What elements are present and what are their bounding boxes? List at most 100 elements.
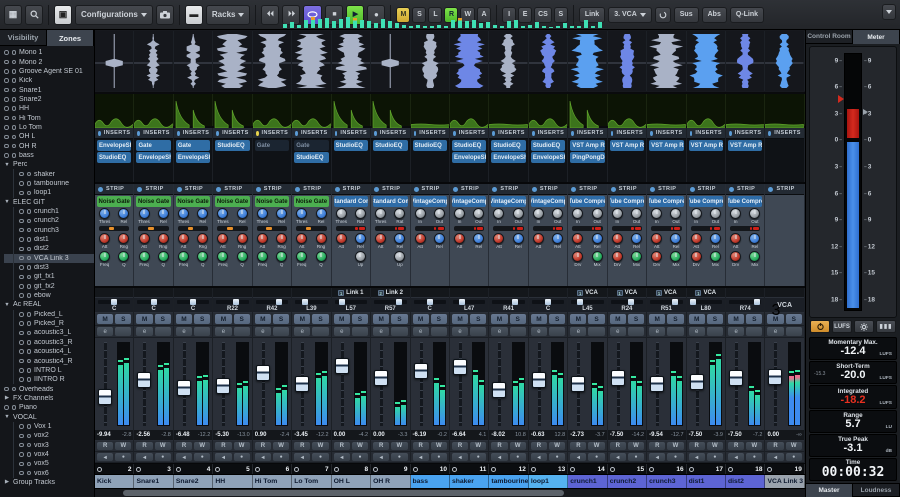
zone-toggle[interactable] <box>27 434 32 439</box>
sidebar-item[interactable]: IINTRO R <box>4 375 94 384</box>
sidebar-item[interactable]: loop1 <box>4 188 94 197</box>
zone-toggle[interactable] <box>27 247 32 252</box>
rack-state-icon[interactable] <box>453 187 458 192</box>
visibility-toggle[interactable] <box>4 405 9 410</box>
listen-button[interactable] <box>707 327 723 336</box>
insert-slot[interactable]: Gate <box>136 140 170 151</box>
fader-db-value[interactable]: 0.00 <box>767 432 779 438</box>
strip-header[interactable]: STRIP <box>529 184 567 195</box>
rack-state-icon[interactable] <box>571 131 574 136</box>
channel-name-cell[interactable]: crunch3 <box>647 475 686 488</box>
sidebar-item[interactable]: acoustic4_L <box>4 347 94 356</box>
sidebar-item[interactable]: git_fx1 <box>4 272 94 281</box>
rack-state-icon[interactable] <box>137 187 142 192</box>
record-enable-button[interactable]: ● <box>352 453 368 461</box>
channel-number-cell[interactable]: 19 <box>765 464 804 474</box>
monitor-button[interactable]: ◂ <box>491 453 507 461</box>
read-automation-button[interactable]: R <box>373 442 389 450</box>
edit-channel-button[interactable]: e <box>97 327 113 336</box>
channel-name-cell[interactable]: HH <box>213 475 252 488</box>
thres-knob[interactable] <box>296 208 307 219</box>
zone-toggle[interactable] <box>12 88 17 93</box>
rng-knob[interactable] <box>316 233 327 244</box>
strip-header[interactable]: STRIP <box>292 184 330 195</box>
sidebar-item[interactable]: Lo Tom <box>4 123 94 132</box>
visibility-toggle[interactable] <box>19 265 24 270</box>
strip-plugin-label[interactable]: Noise Gate <box>294 196 328 207</box>
pan-control[interactable]: L45 <box>568 298 606 313</box>
zone-toggle[interactable] <box>12 125 17 130</box>
att-knob[interactable] <box>454 233 465 244</box>
read-automation-button[interactable]: R <box>413 442 429 450</box>
mute-button[interactable]: M <box>136 314 152 324</box>
sidebar-item[interactable]: crunch1 <box>4 207 94 216</box>
thres-knob[interactable] <box>178 208 189 219</box>
out-knob[interactable] <box>473 208 484 219</box>
monitor-button[interactable]: ◂ <box>570 453 586 461</box>
fader-handle[interactable] <box>611 370 625 386</box>
in-knob[interactable] <box>415 208 426 219</box>
meter-settings-button[interactable] <box>854 320 874 333</box>
visibility-toggle[interactable] <box>19 237 24 242</box>
strip-header[interactable]: STRIP <box>608 184 646 195</box>
channel-number-cell[interactable]: 14 <box>568 464 607 474</box>
peak-db-value[interactable]: -2.8 <box>122 432 131 438</box>
listen-button[interactable] <box>115 327 131 336</box>
q-knob[interactable] <box>276 251 287 262</box>
listen-button[interactable] <box>431 327 447 336</box>
sus-button[interactable]: Sus <box>674 7 699 23</box>
monitor-button[interactable]: ◂ <box>176 453 192 461</box>
tab-meter[interactable]: Meter <box>853 30 900 44</box>
inserts-header[interactable]: INSERTS <box>765 128 803 139</box>
inserts-header[interactable]: INSERTS <box>647 128 685 139</box>
peak-db-value[interactable]: -0.2 <box>437 432 446 438</box>
pan-control[interactable]: L80 <box>687 298 725 313</box>
rack-state-icon[interactable] <box>611 131 614 136</box>
channel-number-cell[interactable]: 15 <box>608 464 647 474</box>
channel-number-cell[interactable]: 11 <box>450 464 489 474</box>
fader-handle[interactable] <box>453 359 467 375</box>
insert-slot[interactable]: PingPongDela <box>570 152 604 163</box>
visibility-toggle[interactable] <box>4 106 9 111</box>
att-knob[interactable] <box>415 233 426 244</box>
record-enable-button[interactable]: ● <box>155 453 171 461</box>
solo-button[interactable]: S <box>510 314 526 324</box>
q-knob[interactable] <box>316 251 327 262</box>
sidebar-item[interactable]: Overheads <box>4 384 94 393</box>
mute-button[interactable]: M <box>491 314 507 324</box>
monitor-button[interactable]: ◂ <box>136 453 152 461</box>
insert-slot[interactable]: VST Amp Racl <box>689 140 723 151</box>
out-knob[interactable] <box>710 208 721 219</box>
rack-state-icon[interactable] <box>256 131 259 136</box>
thres-knob[interactable] <box>257 208 268 219</box>
strip-plugin-label[interactable]: Noise Gate <box>255 196 289 207</box>
record-enable-button[interactable]: ● <box>786 453 802 461</box>
pan-handle[interactable] <box>339 299 345 305</box>
out-knob[interactable] <box>670 208 681 219</box>
mute-button[interactable]: M <box>689 314 705 324</box>
strip-plugin-label[interactable]: Noise Gate <box>176 196 210 207</box>
channel-number-cell[interactable]: 6 <box>253 464 292 474</box>
edit-channel-button[interactable]: e <box>491 327 507 336</box>
write-automation-button[interactable]: W <box>628 442 644 450</box>
write-automation-button[interactable]: W <box>431 442 447 450</box>
mute-button[interactable]: M <box>452 314 468 324</box>
sidebar-folder[interactable]: ▶Group Tracks <box>4 478 94 487</box>
mute-button[interactable]: M <box>531 314 547 324</box>
visibility-toggle[interactable] <box>19 172 24 177</box>
out-knob[interactable] <box>592 208 603 219</box>
pan-handle[interactable] <box>302 299 308 305</box>
peak-db-value[interactable]: -13.0 <box>237 432 250 438</box>
att-knob[interactable] <box>651 233 662 244</box>
inserts-header[interactable]: INSERTS <box>292 128 330 139</box>
rel-knob[interactable] <box>355 233 366 244</box>
fader-handle[interactable] <box>216 378 230 394</box>
edit-channel-button[interactable]: e <box>767 327 783 336</box>
visibility-toggle[interactable] <box>19 293 24 298</box>
fader-handle[interactable] <box>98 389 112 405</box>
record-enable-button[interactable]: ● <box>746 453 762 461</box>
read-automation-button[interactable]: R <box>97 442 113 450</box>
peak-db-value[interactable]: -12.7 <box>671 432 684 438</box>
pan-handle[interactable] <box>427 299 433 305</box>
visibility-toggle[interactable] <box>4 50 9 55</box>
